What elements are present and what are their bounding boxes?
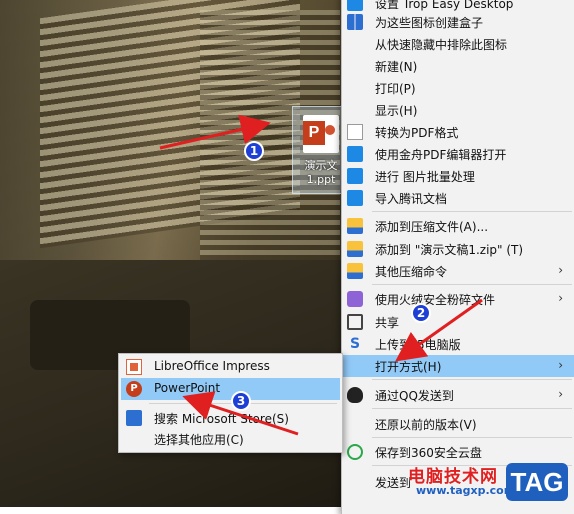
powerpoint-file-icon: P [303,115,339,153]
menu-item-label: 上传到 5电脑版 [375,338,461,352]
menu-item-label: 保存到360安全云盘 [375,446,482,460]
submenu-item-libreoffice-impress[interactable]: LibreOffice Impress [121,356,340,378]
menu-item-label: 打印(P) [375,82,416,96]
menu-separator [149,403,337,404]
zip-icon [347,263,363,279]
chevron-right-icon: › [558,358,563,372]
libreoffice-impress-icon [126,359,142,375]
menu-item-label: 为这些图标创建盒子 [375,16,484,30]
tencent-docs-icon [347,190,363,206]
submenu-item-label: PowerPoint [154,381,221,395]
chevron-right-icon: › [558,291,563,305]
shredder-icon [347,291,363,307]
menu-item-image-batch[interactable]: 进行 图片批量处理 [342,165,574,187]
menu-separator [372,211,572,212]
watermark-url: www.tagxp.com [416,484,516,497]
pdf-editor-icon [347,146,363,162]
menu-separator [372,284,572,285]
grid-icon [347,14,363,30]
menu-separator [372,437,572,438]
context-menu: 设置 Trop Easy Desktop 为这些图标创建盒子 从快速隐藏中排除此… [341,0,574,514]
menu-item-open-with[interactable]: 打开方式(H) › [342,355,574,377]
submenu-item-label: 选择其他应用(C) [154,433,244,447]
menu-separator [372,379,572,380]
menu-item-other-compress[interactable]: 其他压缩命令 › [342,260,574,282]
menu-item-share[interactable]: 共享 [342,311,574,333]
watermark-tag-logo: TAG [506,463,568,501]
menu-item-label: 新建(N) [375,60,418,74]
menu-item-label: 打开方式(H) [375,360,442,374]
chevron-right-icon: › [558,387,563,401]
menu-item-show[interactable]: 显示(H) [342,99,574,121]
chevron-right-icon: › [558,263,563,277]
menu-item-label: 添加到 "演示文稿1.zip" (T) [375,243,524,257]
menu-item-open-pdf-editor[interactable]: 使用金舟PDF编辑器打开 [342,143,574,165]
menu-item-create-box[interactable]: 为这些图标创建盒子 [342,11,574,33]
document-icon [347,124,363,140]
menu-item-label: 通过QQ发送到 [375,389,454,403]
menu-item-add-archive[interactable]: 添加到压缩文件(A)... [342,215,574,237]
menu-item-label: 添加到压缩文件(A)... [375,220,489,234]
menu-item-add-to-zip[interactable]: 添加到 "演示文稿1.zip" (T) [342,238,574,260]
zip-icon [347,241,363,257]
menu-item-label: 进行 图片批量处理 [375,170,475,184]
store-icon [126,410,142,426]
qq-icon [347,387,363,403]
submenu-item-powerpoint[interactable]: P PowerPoint [121,378,340,400]
menu-item-shred-file[interactable]: 使用火绒安全粉碎文件 › [342,288,574,310]
menu-item-restore-versions[interactable]: 还原以前的版本(V) [342,413,574,435]
image-batch-icon [347,168,363,184]
menu-item-label: 发送到 [375,476,412,490]
menu-item-send-qq[interactable]: 通过QQ发送到 › [342,384,574,406]
menu-item-label: 转换为PDF格式 [375,126,459,140]
menu-item-upload[interactable]: S 上传到 5电脑版 [342,333,574,355]
menu-separator [372,408,572,409]
menu-item-label: 显示(H) [375,104,418,118]
menu-item-label: 使用金舟PDF编辑器打开 [375,148,507,162]
menu-item-exclude-quick-hide[interactable]: 从快速隐藏中排除此图标 [342,33,574,55]
menu-item-label: 导入腾讯文档 [375,192,448,206]
cloud-360-icon [347,444,363,460]
menu-item-print[interactable]: 打印(P) [342,77,574,99]
menu-item-label: 其他压缩命令 [375,265,448,279]
menu-item-new[interactable]: 新建(N) [342,55,574,77]
submenu-item-choose-other-app[interactable]: 选择其他应用(C) [121,428,340,450]
submenu-item-label: LibreOffice Impress [154,359,270,373]
menu-item-convert-pdf[interactable]: 转换为PDF格式 [342,121,574,143]
app-icon [347,0,363,11]
submenu-item-label: 搜索 Microsoft Store(S) [154,412,289,426]
menu-item-label: 共享 [375,316,400,330]
share-icon [347,314,363,330]
menu-item-import-tencent-docs[interactable]: 导入腾讯文档 [342,187,574,209]
open-with-submenu: LibreOffice Impress P PowerPoint 搜索 Micr… [118,353,343,453]
zip-icon [347,218,363,234]
upload-icon: S [349,336,361,352]
menu-item-label: 使用火绒安全粉碎文件 [375,293,496,307]
powerpoint-icon: P [126,381,142,397]
submenu-item-search-store[interactable]: 搜索 Microsoft Store(S) [121,407,340,429]
menu-item-label: 还原以前的版本(V) [375,418,477,432]
menu-item-label: 从快速隐藏中排除此图标 [375,38,508,52]
menu-item-save-360-cloud[interactable]: 保存到360安全云盘 [342,441,574,463]
